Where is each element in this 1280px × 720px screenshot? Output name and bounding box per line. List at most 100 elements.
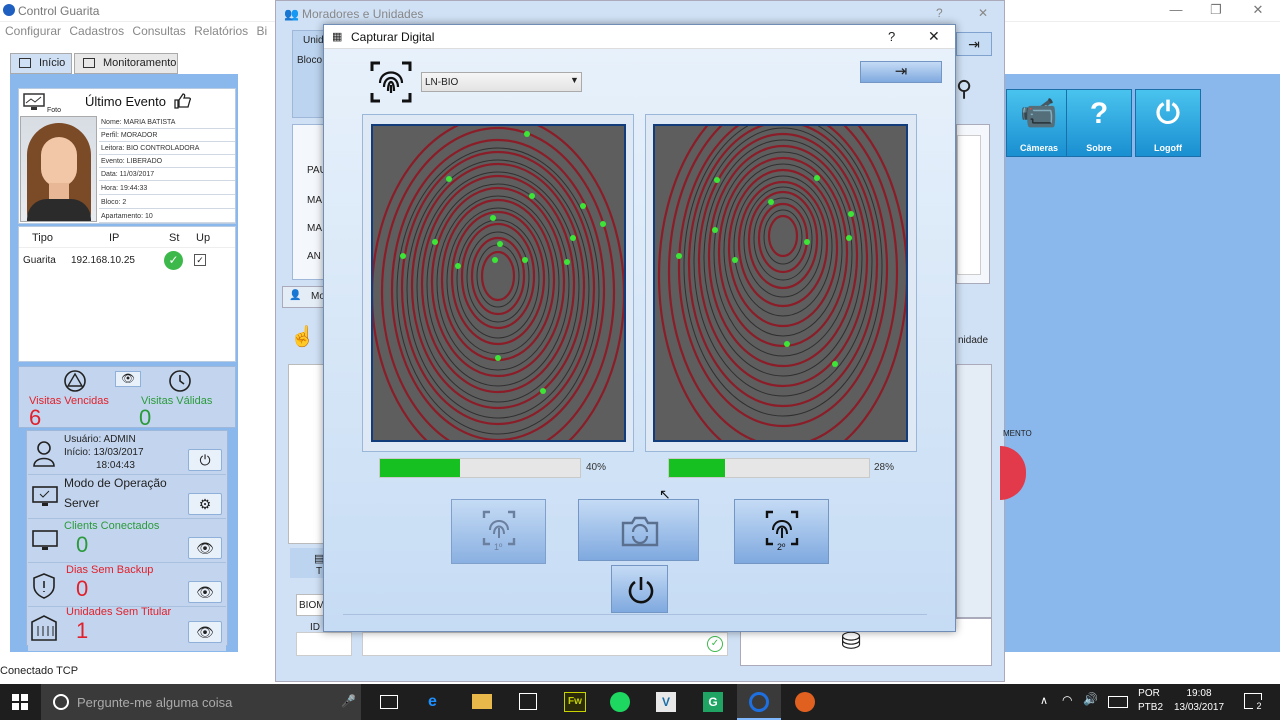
clock[interactable]: 19:08 13/03/2017 [1170, 688, 1228, 713]
view-clients-eye-icon[interactable]: 👁 [188, 537, 222, 559]
notifications-icon[interactable]: 2 [1244, 693, 1265, 712]
spotify-icon[interactable] [610, 692, 630, 712]
resident-photo [20, 116, 97, 222]
thumbs-up-icon [174, 93, 191, 109]
list-item[interactable]: MA [307, 223, 322, 234]
chevron-up-icon[interactable]: ∧ [1040, 694, 1048, 707]
store-icon[interactable] [519, 693, 537, 710]
app-v-icon[interactable]: V [656, 692, 676, 712]
dialog-power-button[interactable] [611, 565, 668, 613]
tab-monitoramento[interactable]: Monitoramento [74, 53, 178, 74]
view-backup-eye-icon[interactable]: 👁 [188, 581, 222, 603]
app-orange-icon[interactable] [795, 692, 815, 712]
windows-start-icon[interactable] [12, 694, 28, 710]
info-date: Data: 11/03/2017 [99, 168, 235, 181]
app-logo-icon [3, 4, 15, 16]
clients-row: Clients Conectados 0 👁 [28, 520, 226, 563]
history-icon [169, 370, 191, 392]
sheets-icon[interactable]: G [703, 692, 723, 712]
id-input[interactable] [296, 632, 352, 656]
exit-button[interactable]: ⇥ [956, 32, 992, 56]
fingerprint-image-1 [371, 124, 626, 442]
volume-icon[interactable]: 🔊 [1083, 692, 1098, 706]
file-explorer-icon[interactable] [472, 694, 492, 709]
view-visits-eye-icon[interactable]: 👁 [115, 371, 141, 387]
camera-icon: 📹 [1020, 97, 1058, 130]
col-tipo: Tipo [32, 232, 53, 244]
active-app-tab[interactable] [737, 684, 781, 720]
edge-icon[interactable]: e [428, 693, 437, 711]
info-apartment: Apartamento: 10 [99, 210, 235, 223]
power-icon [628, 577, 654, 604]
name-input[interactable]: ✓ [362, 632, 728, 656]
about-tile[interactable]: ? Sobre [1066, 89, 1132, 157]
dialog-close-button[interactable]: ✕ [928, 28, 940, 45]
view-units-eye-icon[interactable]: 👁 [188, 621, 222, 643]
logout-power-button[interactable]: ⏻ [188, 449, 222, 471]
settings-gear-icon[interactable]: ⚙ [188, 493, 222, 515]
status-ok-icon: ✓ [164, 251, 183, 270]
dialog-title: Capturar Digital [351, 30, 435, 44]
menu-cadastros[interactable]: Cadastros [69, 22, 124, 40]
dialog-help-button[interactable]: ? [888, 29, 895, 44]
check-icon: ✓ [707, 636, 723, 652]
capture-first-finger-button[interactable]: 1º [451, 499, 546, 564]
moradores-titlebar: 👥 Moradores e Unidades ? ✕ [284, 6, 989, 21]
resident-detail-area [288, 364, 324, 544]
info-block: Bloco: 2 [99, 196, 235, 209]
tab-inicio[interactable]: Início [10, 53, 72, 74]
unidade-label: nidade [958, 335, 989, 346]
up-checkbox[interactable]: ✓ [194, 254, 206, 266]
progress-fill-1 [380, 459, 460, 477]
minimize-button[interactable]: — [1156, 0, 1196, 20]
moradores-close-button[interactable]: ✕ [978, 6, 988, 20]
biometry-tab-frag: ▤ T [290, 548, 326, 578]
menu-bi[interactable]: Bi [257, 22, 268, 40]
fingerprint-hand-icon: ☝ [290, 326, 315, 348]
microphone-icon: 🎤 [341, 694, 356, 708]
keyboard-icon[interactable] [1108, 696, 1128, 708]
camera-capture-button[interactable] [578, 499, 699, 561]
right-area [1005, 74, 1280, 652]
close-button[interactable]: ✕ [1238, 0, 1278, 20]
menu-relatorios[interactable]: Relatórios [194, 22, 248, 40]
device-select[interactable]: LN-BIO ▼ [421, 72, 582, 92]
restore-button[interactable]: ❐ [1196, 0, 1236, 20]
capture-second-finger-button[interactable]: 2º [734, 499, 829, 564]
list-item[interactable]: MA [307, 195, 322, 206]
logoff-tile[interactable]: ⏻ Logoff [1135, 89, 1201, 157]
control-guarita-icon [749, 692, 769, 712]
taskbar: Pergunte-me alguma coisa 🎤 e Fw V G ∧ ◠ … [0, 684, 1280, 720]
building-icon [31, 615, 57, 641]
backup-row: Dias Sem Backup 0 👁 [28, 564, 226, 607]
info-time: Hora: 19:44:33 [99, 182, 235, 195]
table-row[interactable]: Guarita 192.168.10.25 ✓ ✓ [19, 247, 235, 271]
biometry-field[interactable]: BIOM [296, 594, 326, 616]
taskbar-search-box[interactable]: Pergunte-me alguma coisa 🎤 [41, 684, 361, 720]
info-name: Nome: MARIA BATISTA [99, 116, 235, 129]
tab-moradores[interactable]: 👤 Mo [282, 286, 326, 308]
connection-status: Conectado TCP [0, 665, 79, 677]
dialog-divider [343, 614, 927, 615]
mouse-cursor: ↖ [659, 486, 671, 502]
list-item[interactable]: AN [307, 251, 321, 262]
shield-icon [33, 573, 55, 599]
menu-consultas[interactable]: Consultas [132, 22, 185, 40]
menu-bar: Configurar Cadastros Consultas Relatório… [0, 22, 280, 40]
fireworks-icon[interactable]: Fw [564, 692, 586, 712]
help-icon: ? [1089, 97, 1109, 130]
dialog-exit-button[interactable]: ⇥ [860, 61, 942, 83]
users-icon: 👥 [284, 7, 299, 21]
user-icon: 👤 [289, 290, 302, 301]
menu-configurar[interactable]: Configurar [5, 22, 61, 40]
language-indicator[interactable]: POR PTB2 [1138, 688, 1163, 713]
monitor-icon [23, 93, 45, 110]
wifi-icon[interactable]: ◠ [1062, 693, 1072, 707]
task-view-icon[interactable] [380, 695, 398, 709]
app-title: Control Guarita [18, 4, 100, 18]
progress-label-1: 40% [586, 462, 607, 473]
cameras-tile[interactable]: 📹 Câmeras [1006, 89, 1072, 157]
progress-fill-2 [669, 459, 725, 477]
photo-label: Foto [47, 107, 62, 114]
moradores-help-button[interactable]: ? [936, 6, 943, 20]
